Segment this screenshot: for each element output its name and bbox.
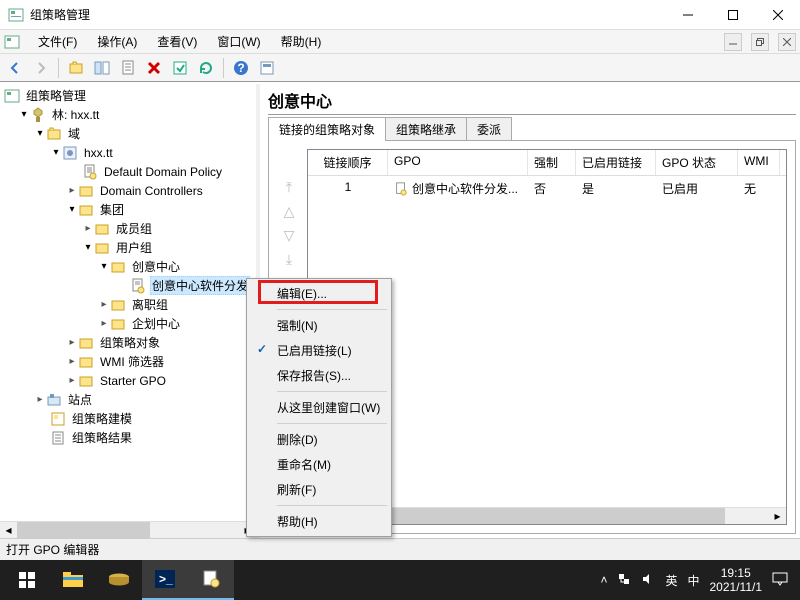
system-tray[interactable]: ˄ 英 中 19:15 2021/11/1 (600, 566, 796, 594)
show-hide-tree-button[interactable] (91, 57, 113, 79)
move-bottom-button[interactable]: ⤓ (280, 251, 298, 269)
col-link-enabled[interactable]: 已启用链接 (576, 150, 656, 175)
statusbar: 打开 GPO 编辑器 (0, 538, 800, 560)
tree-yonghu[interactable]: ▾用户组 (2, 238, 254, 257)
console-tree[interactable]: 组策略管理 ▾林: hxx.tt ▾域 ▾hxx.tt Default Doma… (0, 84, 256, 521)
ctx-save-report[interactable]: 保存报告(S)... (249, 363, 389, 388)
start-button[interactable] (4, 560, 50, 600)
tree-sites[interactable]: ▸站点 (2, 390, 254, 409)
refresh-button[interactable] (195, 57, 217, 79)
window-title: 组策略管理 (30, 6, 90, 23)
move-top-button[interactable]: ⤒ (280, 179, 298, 197)
col-enforced[interactable]: 强制 (528, 150, 576, 175)
main-area: 组策略管理 ▾林: hxx.tt ▾域 ▾hxx.tt Default Doma… (0, 82, 800, 538)
tab-linked-gpo[interactable]: 链接的组策略对象 (268, 117, 386, 141)
mdi-restore-button[interactable] (751, 33, 769, 51)
back-button[interactable] (4, 57, 26, 79)
tree-chengyuan[interactable]: ▸成员组 (2, 219, 254, 238)
ctx-new-window[interactable]: 从这里创建窗口(W) (249, 395, 389, 420)
tab-inheritance[interactable]: 组策略继承 (385, 117, 467, 141)
menu-view[interactable]: 查看(V) (151, 31, 203, 52)
menu-file[interactable]: 文件(F) (32, 31, 83, 52)
minimize-button[interactable] (665, 0, 710, 29)
delete-button[interactable] (143, 57, 165, 79)
ctx-refresh[interactable]: 刷新(F) (249, 477, 389, 502)
ctx-link-enabled[interactable]: 已启用链接(L) (249, 338, 389, 363)
status-text: 打开 GPO 编辑器 (6, 541, 99, 558)
tree-chuangyi[interactable]: ▾创意中心 (2, 257, 254, 276)
close-button[interactable] (755, 0, 800, 29)
tab-delegation[interactable]: 委派 (466, 117, 512, 141)
ctx-edit[interactable]: 编辑(E)... (249, 281, 389, 306)
tree-jituan[interactable]: ▾集团 (2, 200, 254, 219)
ctx-delete[interactable]: 删除(D) (249, 427, 389, 452)
tree-domains[interactable]: ▾域 (2, 124, 254, 143)
menu-help[interactable]: 帮助(H) (275, 31, 328, 52)
svg-text:>_: >_ (159, 572, 173, 586)
menubar: 文件(F) 操作(A) 查看(V) 窗口(W) 帮助(H) (0, 30, 800, 54)
tree-qihua[interactable]: ▸企划中心 (2, 314, 254, 333)
tree-gpo-objects[interactable]: ▸组策略对象 (2, 333, 254, 352)
taskbar-gpmc[interactable] (188, 560, 234, 600)
context-menu: 编辑(E)... 强制(N) 已启用链接(L) 保存报告(S)... 从这里创建… (246, 278, 392, 537)
taskbar-explorer[interactable] (50, 560, 96, 600)
ime-indicator-2[interactable]: 中 (687, 572, 699, 589)
tree-root[interactable]: 组策略管理 (2, 86, 254, 105)
menu-action[interactable]: 操作(A) (91, 31, 143, 52)
ctx-rename[interactable]: 重命名(M) (249, 452, 389, 477)
up-button[interactable] (65, 57, 87, 79)
clock[interactable]: 19:15 2021/11/1 (710, 566, 763, 594)
options-button[interactable] (256, 57, 278, 79)
details-tabs: 链接的组策略对象 组策略继承 委派 (268, 117, 796, 141)
export-button[interactable] (169, 57, 191, 79)
titlebar: 组策略管理 (0, 0, 800, 30)
gpo-link-icon (394, 182, 408, 196)
taskbar-powershell[interactable]: >_ (142, 560, 188, 600)
mmc-icon (4, 34, 20, 50)
table-row[interactable]: 1 创意中心软件分发... 否 是 已启用 无 (308, 176, 786, 201)
tree-forest[interactable]: ▾林: hxx.tt (2, 105, 254, 124)
move-down-button[interactable]: ▽ (280, 227, 298, 245)
tree-modeling[interactable]: 组策略建模 (2, 409, 254, 428)
col-order[interactable]: 链接顺序 (308, 150, 388, 175)
menu-window[interactable]: 窗口(W) (211, 31, 266, 52)
tray-network-icon[interactable] (617, 572, 631, 589)
svg-text:?: ? (237, 61, 244, 75)
ctx-help[interactable]: 帮助(H) (249, 509, 389, 534)
col-status[interactable]: GPO 状态 (656, 150, 738, 175)
mdi-minimize-button[interactable] (724, 33, 742, 51)
details-header: 创意中心 (268, 88, 796, 115)
tree-hscrollbar[interactable]: ◂▸ (0, 521, 256, 538)
help-button[interactable]: ? (230, 57, 252, 79)
tray-volume-icon[interactable] (641, 572, 655, 589)
tray-chevron-icon[interactable]: ˄ (600, 573, 607, 587)
tree-domain-controllers[interactable]: ▸Domain Controllers (2, 181, 254, 200)
tree-lizhi[interactable]: ▸离职组 (2, 295, 254, 314)
mdi-close-button[interactable] (778, 33, 796, 51)
tree-starter[interactable]: ▸Starter GPO (2, 371, 254, 390)
taskbar-disk[interactable] (96, 560, 142, 600)
tree-chuangyi-gpo[interactable]: 创意中心软件分发 (2, 276, 254, 295)
tree-wmi[interactable]: ▸WMI 筛选器 (2, 352, 254, 371)
tree-default-policy[interactable]: Default Domain Policy (2, 162, 254, 181)
col-gpo[interactable]: GPO (388, 150, 528, 175)
tree-results[interactable]: 组策略结果 (2, 428, 254, 447)
action-center-icon[interactable] (772, 572, 788, 589)
app-icon (8, 7, 24, 23)
taskbar: >_ ˄ 英 中 19:15 2021/11/1 (0, 560, 800, 600)
toolbar: ? (0, 54, 800, 82)
move-up-button[interactable]: △ (280, 203, 298, 221)
maximize-button[interactable] (710, 0, 755, 29)
properties-button[interactable] (117, 57, 139, 79)
table-header: 链接顺序 GPO 强制 已启用链接 GPO 状态 WMI (308, 150, 786, 176)
ctx-enforce[interactable]: 强制(N) (249, 313, 389, 338)
forward-button[interactable] (30, 57, 52, 79)
console-tree-pane: 组策略管理 ▾林: hxx.tt ▾域 ▾hxx.tt Default Doma… (0, 84, 260, 538)
col-wmi[interactable]: WMI (738, 150, 780, 175)
tree-domain[interactable]: ▾hxx.tt (2, 143, 254, 162)
ime-indicator-1[interactable]: 英 (665, 572, 677, 589)
